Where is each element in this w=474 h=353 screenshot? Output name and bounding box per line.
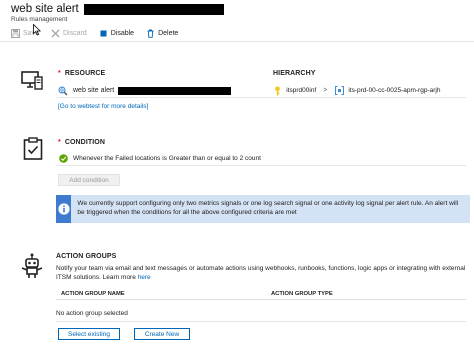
check-circle-icon bbox=[59, 154, 68, 163]
redacted-resource-block bbox=[118, 86, 232, 95]
disable-button[interactable]: Disable bbox=[99, 29, 134, 38]
globe-search-icon bbox=[58, 86, 68, 96]
monitor-icon bbox=[21, 69, 43, 91]
disable-label: Disable bbox=[110, 29, 135, 37]
resource-row[interactable]: web site alert itsprd00inf > its-prd-00-… bbox=[56, 84, 466, 98]
discard-label: Discard bbox=[62, 29, 87, 37]
table-bottom-divider bbox=[56, 321, 466, 322]
close-icon bbox=[51, 29, 60, 38]
info-icon bbox=[58, 203, 70, 215]
info-banner: We currently support configuring only tw… bbox=[56, 195, 470, 223]
add-condition-button[interactable]: Add condition bbox=[58, 174, 120, 186]
select-existing-button[interactable]: Select existing bbox=[58, 328, 120, 340]
hierarchy-resource-group: its-prd-00-cc-0025-apm-rgp-arjh bbox=[348, 87, 441, 94]
key-icon bbox=[274, 86, 281, 96]
hierarchy-header: HIERARCHY bbox=[273, 70, 316, 77]
condition-section-title: * CONDITION bbox=[58, 139, 105, 146]
action-groups-table-header: ACTION GROUP NAME ACTION GROUP TYPE bbox=[56, 288, 466, 300]
resource-name: web site alert bbox=[73, 87, 115, 94]
column-header-type: ACTION GROUP TYPE bbox=[271, 290, 333, 297]
resource-title-text: RESOURCE bbox=[64, 70, 106, 77]
chevron-right-icon: > bbox=[323, 87, 328, 94]
delete-button[interactable]: Delete bbox=[146, 29, 178, 38]
action-groups-section-title: ACTION GROUPS bbox=[56, 253, 117, 260]
redacted-title-block bbox=[83, 3, 224, 15]
hierarchy-subscription: itsprd00inf bbox=[286, 87, 317, 94]
condition-row[interactable]: Whenever the Failed locations is Greater… bbox=[56, 152, 466, 166]
discard-button[interactable]: Discard bbox=[51, 29, 87, 38]
page-title-text: web site alert bbox=[11, 3, 79, 15]
create-new-button[interactable]: Create New bbox=[134, 328, 190, 340]
condition-text: Whenever the Failed locations is Greater… bbox=[73, 155, 261, 162]
delete-label: Delete bbox=[158, 29, 179, 37]
webtest-link[interactable]: [Go to webtest for more details] bbox=[58, 103, 148, 110]
toolbar-divider bbox=[0, 41, 474, 42]
resource-section-title: * RESOURCE bbox=[58, 70, 105, 77]
resource-group-icon bbox=[335, 86, 345, 95]
required-marker: * bbox=[58, 139, 61, 146]
page-title: web site alert bbox=[11, 3, 224, 15]
info-text: We currently support configuring only tw… bbox=[77, 200, 459, 216]
clipboard-check-icon bbox=[23, 137, 45, 160]
save-icon bbox=[11, 28, 20, 38]
action-groups-description-text: Notify your team via email and text mess… bbox=[56, 265, 466, 281]
learn-more-link[interactable]: here bbox=[138, 274, 151, 281]
stop-icon bbox=[99, 29, 108, 38]
empty-state-text: No action group selected bbox=[56, 310, 128, 317]
mouse-cursor-icon bbox=[33, 23, 42, 38]
trash-icon bbox=[146, 29, 155, 38]
action-groups-description: Notify your team via email and text mess… bbox=[56, 264, 466, 282]
column-header-name: ACTION GROUP NAME bbox=[61, 290, 125, 297]
condition-title-text: CONDITION bbox=[64, 139, 106, 146]
page-subtitle: Rules management bbox=[11, 16, 68, 23]
info-icon-container bbox=[56, 195, 72, 223]
required-marker: * bbox=[58, 70, 61, 77]
robot-icon bbox=[20, 253, 43, 278]
